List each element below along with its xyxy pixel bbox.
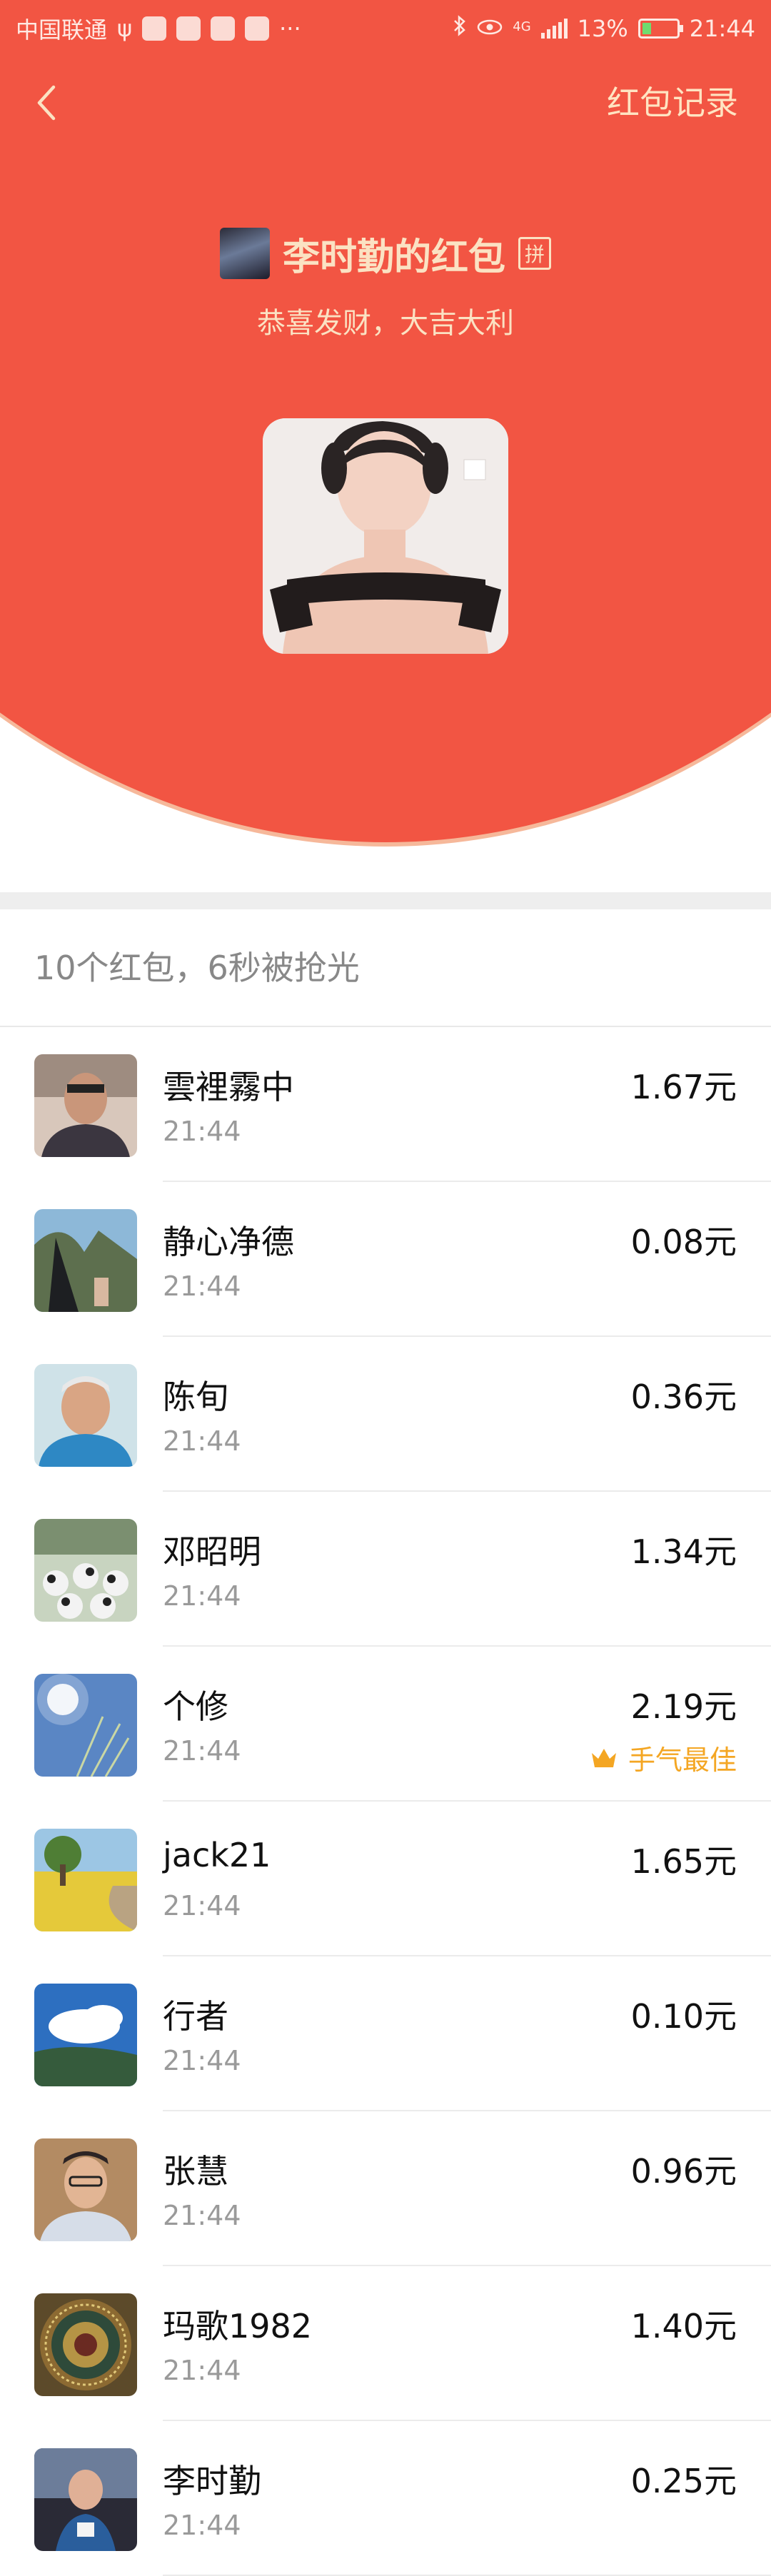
avatar[interactable] xyxy=(34,2448,137,2551)
recipient-name: 雲裡霧中 xyxy=(163,1068,294,1106)
recipient-name: 李时勤 xyxy=(163,2462,261,2500)
recipient-name: 个修 xyxy=(163,1687,228,1726)
recipient-name: 邓昭明 xyxy=(163,1532,261,1571)
grab-amount: 1.67元 xyxy=(630,1068,737,1106)
grab-amount: 2.19元 xyxy=(630,1687,737,1726)
red-packet-detail-screen: 中国联通 ψ ··· 4G 13% 21:44 红包记录 李时勤的红包 拼 恭喜… xyxy=(0,0,771,2576)
network-type-label: 4G xyxy=(513,19,531,34)
list-item[interactable]: 陈旬 21:44 0.36元 xyxy=(0,1337,771,1492)
list-item[interactable]: 邓昭明 21:44 1.34元 xyxy=(0,1492,771,1647)
section-divider xyxy=(0,892,771,909)
grab-amount: 1.34元 xyxy=(630,1532,737,1571)
chevron-left-icon xyxy=(37,85,56,121)
grab-time: 21:44 xyxy=(163,1735,241,1767)
red-packet-header: 中国联通 ψ ··· 4G 13% 21:44 红包记录 李时勤的红包 拼 恭喜… xyxy=(0,0,771,892)
grab-amount: 0.08元 xyxy=(630,1223,737,1261)
status-bar: 中国联通 ψ ··· 4G 13% 21:44 xyxy=(0,0,771,57)
more-notifications-icon: ··· xyxy=(279,15,301,42)
grab-time: 21:44 xyxy=(163,1271,241,1302)
avatar[interactable] xyxy=(34,2293,137,2396)
avatar[interactable] xyxy=(34,1984,137,2086)
best-luck-badge: 手气最佳 xyxy=(590,1738,737,1777)
app-notification-icon xyxy=(142,16,167,41)
lucky-draw-badge: 拼 xyxy=(518,237,551,270)
battery-icon xyxy=(638,19,683,39)
avatar[interactable] xyxy=(34,1674,137,1777)
crown-icon xyxy=(591,1748,616,1767)
carrier-label: 中国联通 xyxy=(16,16,108,44)
grab-time: 21:44 xyxy=(163,2510,241,2541)
grab-time: 21:44 xyxy=(163,1580,241,1612)
list-item[interactable]: 个修 21:44 2.19元 手气最佳 xyxy=(0,1647,771,1802)
grab-amount: 0.96元 xyxy=(630,2152,737,2191)
grab-amount: 0.25元 xyxy=(630,2462,737,2500)
app-notification-icon xyxy=(176,16,201,41)
app-notification-icon xyxy=(245,16,270,41)
grab-amount: 0.10元 xyxy=(630,1997,737,2036)
eye-comfort-icon xyxy=(477,15,503,42)
grab-time: 21:44 xyxy=(163,1116,241,1147)
battery-percent: 13% xyxy=(577,15,628,42)
avatar[interactable] xyxy=(34,1829,137,1931)
grab-amount: 1.65元 xyxy=(630,1842,737,1881)
list-item[interactable]: 李时勤 21:44 0.25元 xyxy=(0,2421,771,2576)
grab-time: 21:44 xyxy=(163,2200,241,2231)
recipient-name: 静心净德 xyxy=(163,1223,294,1261)
sender-title: 李时勤的红包 xyxy=(282,236,505,279)
grab-summary: 10个红包，6秒被抢光 xyxy=(34,949,360,987)
list-item[interactable]: 张慧 21:44 0.96元 xyxy=(0,2111,771,2266)
grab-time: 21:44 xyxy=(163,2355,241,2386)
avatar[interactable] xyxy=(34,2138,137,2241)
list-item[interactable]: 玛歌1982 21:44 1.40元 xyxy=(0,2266,771,2421)
recipient-name: 行者 xyxy=(163,1997,228,2036)
grab-time: 21:44 xyxy=(163,1425,241,1457)
avatar[interactable] xyxy=(34,1364,137,1467)
list-item[interactable]: 雲裡霧中 21:44 1.67元 xyxy=(0,1027,771,1182)
recipient-name: jack21 xyxy=(163,1836,271,1874)
recipient-name: 玛歌1982 xyxy=(163,2307,313,2345)
usb-icon: ψ xyxy=(117,15,133,42)
avatar[interactable] xyxy=(34,1054,137,1157)
red-packet-list: 10个红包，6秒被抢光 雲裡霧中 21:44 1.67元 静心净德 21:44 … xyxy=(0,909,771,2576)
status-time: 21:44 xyxy=(689,15,755,42)
app-notification-icon xyxy=(211,16,236,41)
recipient-name: 陈旬 xyxy=(163,1378,228,1416)
red-packet-records-link[interactable]: 红包记录 xyxy=(607,80,738,126)
grab-amount: 0.36元 xyxy=(630,1378,737,1416)
list-item[interactable]: 静心净德 21:44 0.08元 xyxy=(0,1182,771,1337)
greeting-message: 恭喜发财，大吉大利 xyxy=(257,307,514,340)
list-item[interactable]: jack21 21:44 1.65元 xyxy=(0,1802,771,1956)
grab-time: 21:44 xyxy=(163,1890,241,1921)
grab-time: 21:44 xyxy=(163,2045,241,2076)
grab-amount: 1.40元 xyxy=(630,2307,737,2345)
avatar[interactable] xyxy=(34,1209,137,1312)
best-luck-label: 手气最佳 xyxy=(628,1744,737,1776)
signal-strength-icon xyxy=(540,19,568,39)
back-button[interactable] xyxy=(30,80,63,126)
bluetooth-icon xyxy=(453,15,467,42)
list-item[interactable]: 行者 21:44 0.10元 xyxy=(0,1956,771,2111)
avatar[interactable] xyxy=(34,1519,137,1622)
sender-avatar[interactable] xyxy=(219,228,270,279)
sender-row: 李时勤的红包 拼 xyxy=(0,225,771,282)
red-packet-photo[interactable] xyxy=(263,418,508,654)
recipient-name: 张慧 xyxy=(163,2152,228,2191)
